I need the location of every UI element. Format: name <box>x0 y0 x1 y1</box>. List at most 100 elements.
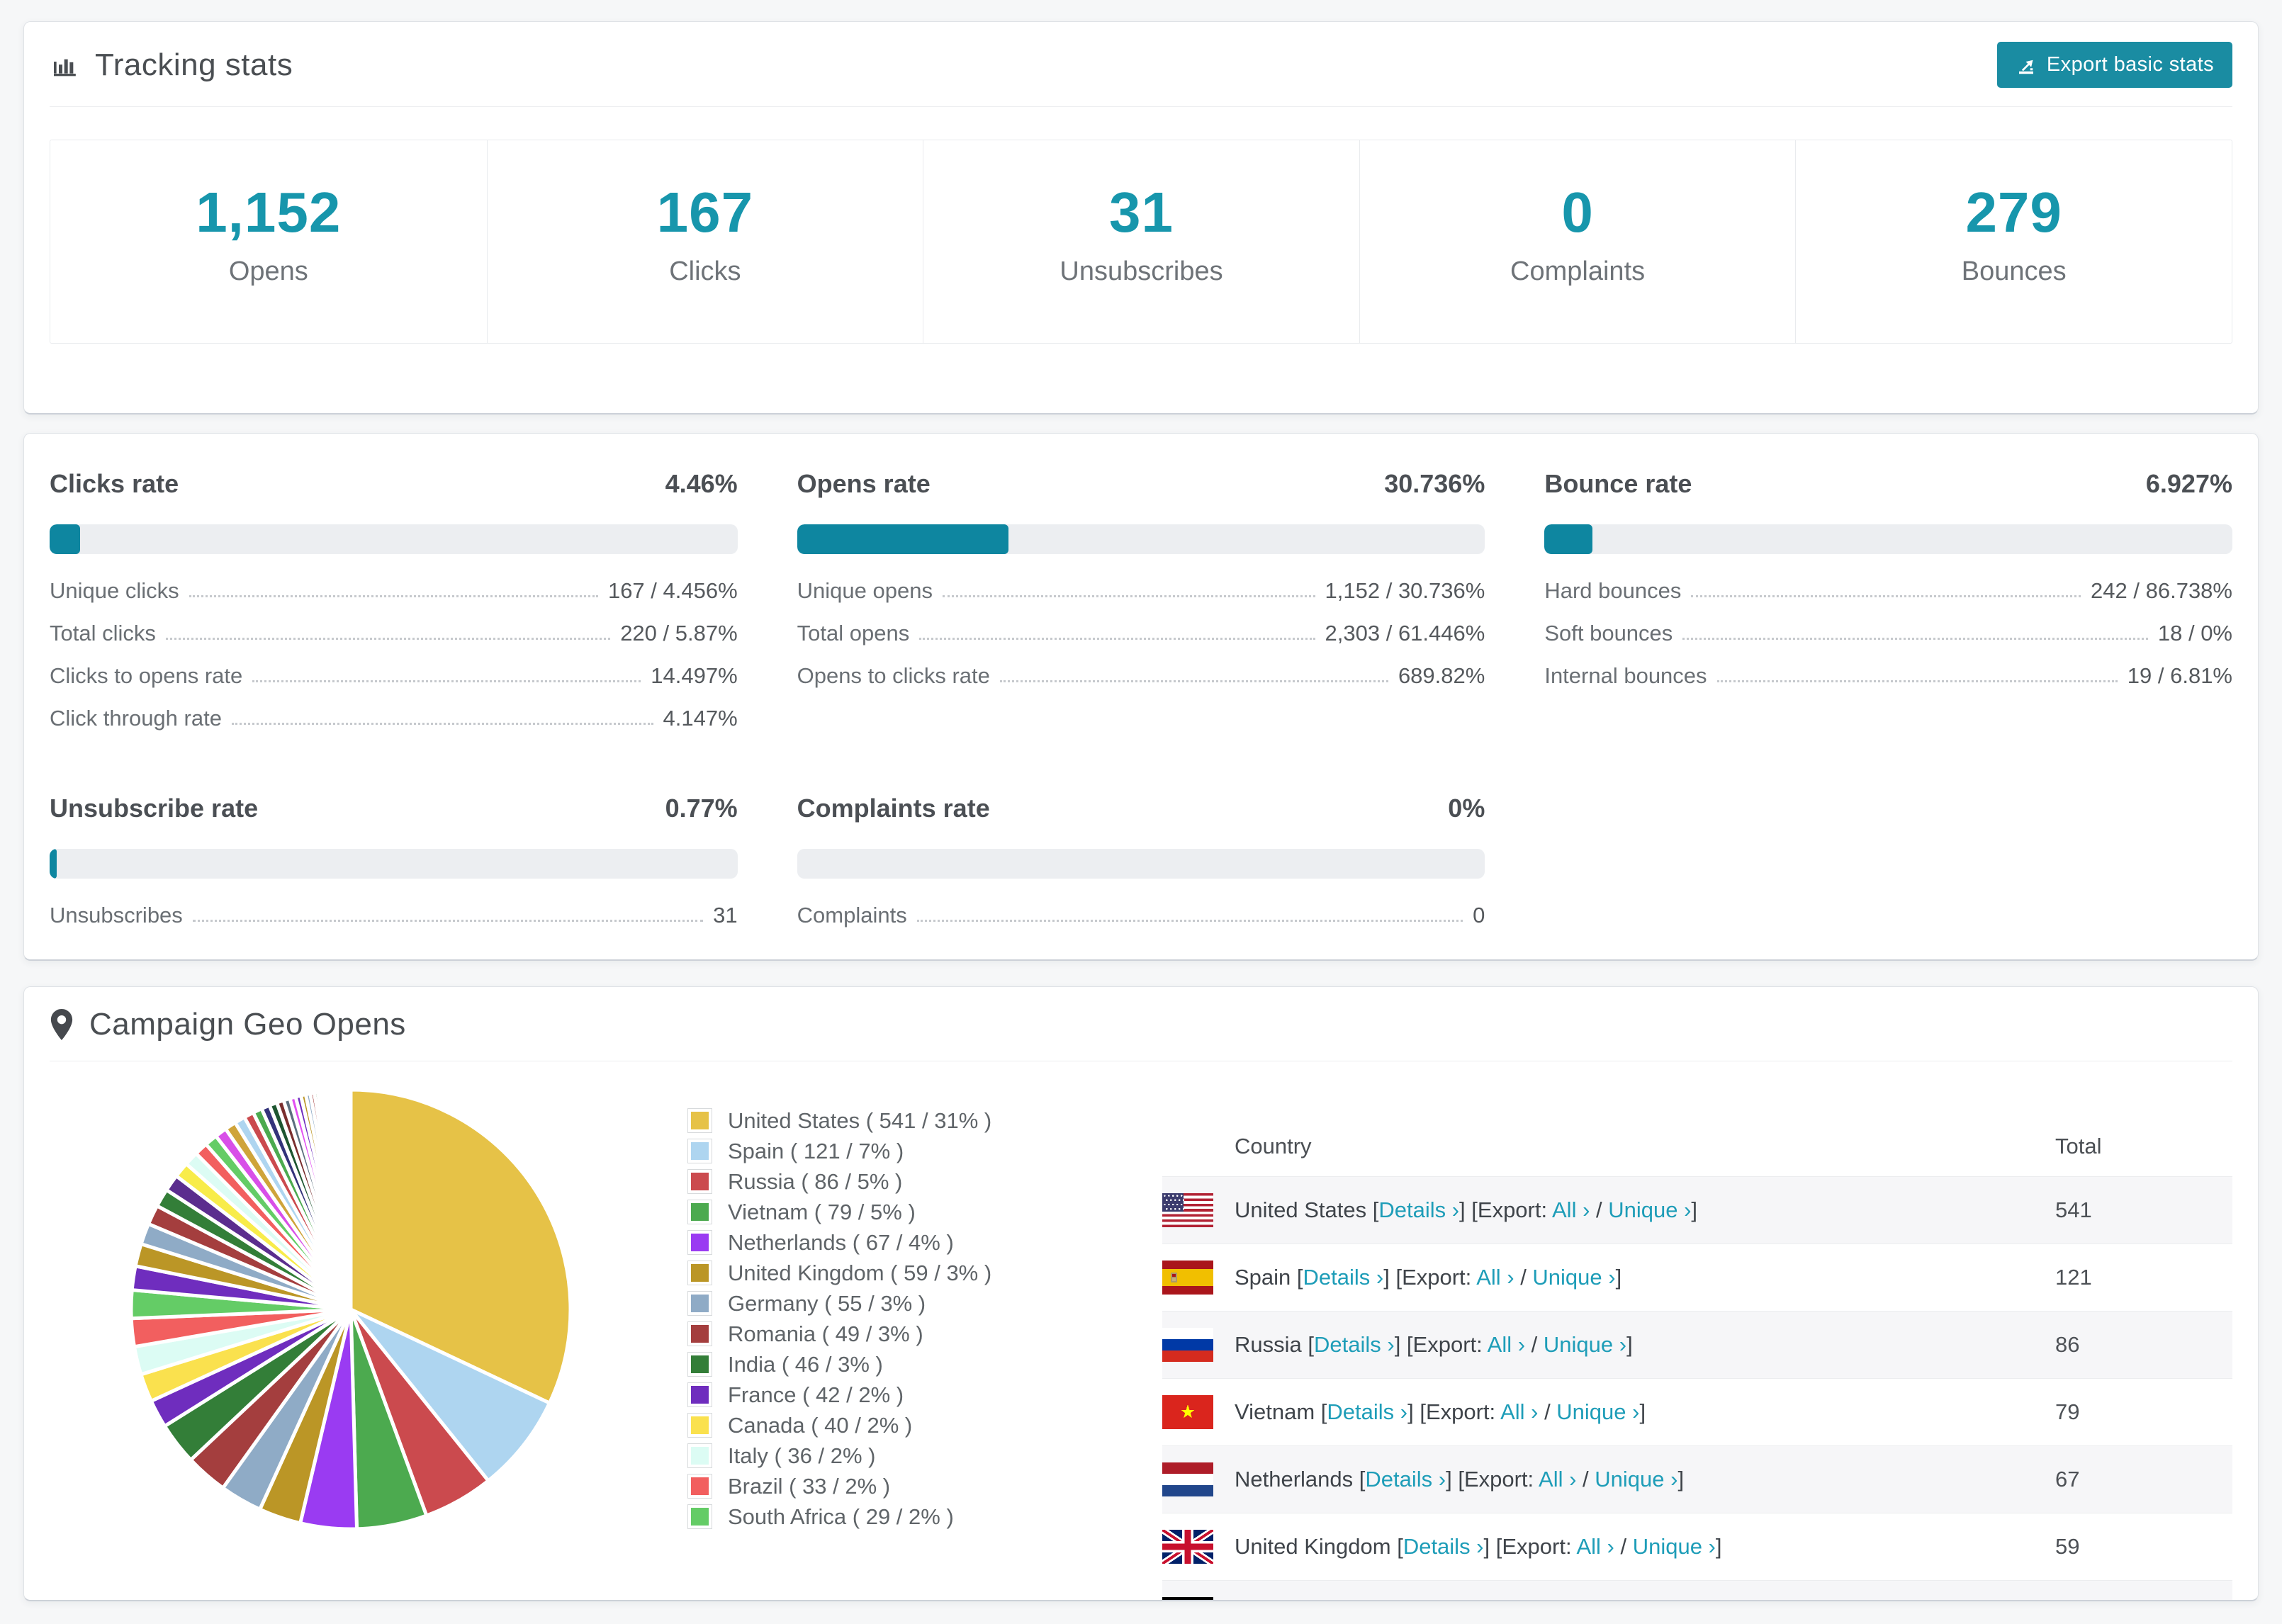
export-all-link[interactable]: All › <box>1476 1265 1514 1290</box>
rate-progress-bar <box>797 849 1485 879</box>
details-link[interactable]: Details › <box>1314 1332 1395 1357</box>
legend-swatch <box>687 1504 712 1529</box>
summary-stat-value: 167 <box>656 181 754 244</box>
rate-header: Clicks rate 4.46% <box>50 469 738 499</box>
rate-title: Clicks rate <box>50 469 179 498</box>
details-link[interactable]: Details › <box>1403 1534 1484 1559</box>
table-row: Vietnam [Details ›] [Export: All › / Uni… <box>1162 1378 2232 1445</box>
rate-detail-label: Opens to clicks rate <box>797 663 990 688</box>
flag-ru-icon <box>1162 1328 1213 1362</box>
campaign-geo-opens-card: Campaign Geo Opens United States ( 541 /… <box>23 986 2259 1601</box>
dotted-leader <box>1691 595 2081 597</box>
summary-stat-value: 0 <box>1561 181 1594 244</box>
rate-detail-label: Complaints <box>797 903 907 927</box>
country-cell: Vietnam [Details ›] [Export: All › / Uni… <box>1235 1399 1646 1424</box>
legend-item: United Kingdom ( 59 / 3% ) <box>687 1258 1098 1288</box>
rate-percentage: 6.927% <box>2145 469 2232 498</box>
summary-stat-value: 1,152 <box>196 181 342 244</box>
export-all-link[interactable]: All › <box>1576 1534 1614 1559</box>
rate-detail-label: Unsubscribes <box>50 903 183 927</box>
details-link[interactable]: Details › <box>1303 1265 1384 1290</box>
export-all-link[interactable]: All › <box>1500 1399 1538 1424</box>
geo-pie-chart[interactable] <box>124 1083 578 1536</box>
rate-header: Complaints rate 0% <box>797 794 1485 823</box>
country-cell: United Kingdom [Details ›] [Export: All … <box>1235 1534 1722 1559</box>
summary-stat-label: Bounces <box>1961 256 2067 286</box>
dotted-leader <box>942 595 1315 597</box>
rate-detail-row: Total clicks 220 / 5.87% <box>50 621 738 646</box>
export-prefix: Export: <box>1463 1467 1539 1492</box>
rate-title: Bounce rate <box>1544 469 1692 498</box>
legend-label: Romania ( 49 / 3% ) <box>728 1321 923 1346</box>
dotted-leader <box>999 680 1388 682</box>
country-cell: Netherlands [Details ›] [Export: All › /… <box>1235 1467 1685 1492</box>
summary-stat-label: Clicks <box>669 256 741 286</box>
country-name: Netherlands <box>1235 1467 1354 1492</box>
export-prefix: Export: <box>1412 1332 1488 1357</box>
rate-detail-rows: Unique opens 1,152 / 30.736% Total opens… <box>797 578 1485 689</box>
page-title: Tracking stats <box>95 47 293 82</box>
legend-item: Romania ( 49 / 3% ) <box>687 1319 1098 1349</box>
legend-item: Netherlands ( 67 / 4% ) <box>687 1227 1098 1258</box>
export-unique-link[interactable]: Unique › <box>1544 1332 1626 1357</box>
rate-detail-label: Hard bounces <box>1544 578 1682 603</box>
table-row: United Kingdom [Details ›] [Export: All … <box>1162 1513 2232 1580</box>
legend-item: Spain ( 121 / 7% ) <box>687 1136 1098 1166</box>
rate-detail-rows: Complaints 0 <box>797 903 1485 928</box>
export-icon <box>2016 55 2037 76</box>
rate-detail-label: Unique clicks <box>50 578 179 603</box>
country-name: United Kingdom <box>1235 1534 1391 1559</box>
summary-stat-clicks: 167 Clicks <box>486 140 923 343</box>
legend-item: Canada ( 40 / 2% ) <box>687 1410 1098 1440</box>
export-unique-link[interactable]: Unique › <box>1595 1467 1677 1492</box>
legend-item: India ( 46 / 3% ) <box>687 1349 1098 1380</box>
legend-swatch <box>687 1261 712 1285</box>
rate-detail-row: Complaints 0 <box>797 903 1485 928</box>
export-all-link[interactable]: All › <box>1539 1467 1576 1492</box>
export-unique-link[interactable]: Unique › <box>1532 1265 1615 1290</box>
country-cell: Spain [Details ›] [Export: All › / Uniqu… <box>1235 1265 1622 1290</box>
legend-label: Vietnam ( 79 / 5% ) <box>728 1199 916 1224</box>
geo-table-rows: United States [Details ›] [Export: All ›… <box>1162 1176 2232 1600</box>
details-link[interactable]: Details › <box>1327 1399 1407 1424</box>
rate-block: Clicks rate 4.46% Unique clicks 167 / 4.… <box>50 469 738 748</box>
geo-pie-legend: United States ( 541 / 31% ) Spain ( 121 … <box>659 1061 1098 1600</box>
bar-chart-icon <box>50 51 79 79</box>
export-prefix: Export: <box>1402 1265 1477 1290</box>
country-name: Spain <box>1235 1265 1291 1290</box>
export-prefix: Export: <box>1502 1534 1577 1559</box>
export-unique-link[interactable]: Unique › <box>1633 1534 1716 1559</box>
rate-detail-label: Clicks to opens rate <box>50 663 243 688</box>
dotted-leader <box>192 920 704 922</box>
export-basic-stats-button[interactable]: Export basic stats <box>1996 42 2232 88</box>
legend-label: France ( 42 / 2% ) <box>728 1382 904 1407</box>
export-unique-link[interactable]: Unique › <box>1556 1399 1639 1424</box>
legend-swatch <box>687 1382 712 1407</box>
rate-detail-label: Total opens <box>797 621 910 645</box>
legend-swatch <box>687 1474 712 1499</box>
export-all-link[interactable]: All › <box>1552 1197 1590 1222</box>
rate-detail-label: Internal bounces <box>1544 663 1707 688</box>
rate-block: Bounce rate 6.927% Hard bounces 242 / 86… <box>1544 469 2232 748</box>
dotted-leader <box>165 638 611 640</box>
legend-label: Brazil ( 33 / 2% ) <box>728 1473 891 1499</box>
rate-detail-value: 19 / 6.81% <box>2127 663 2232 688</box>
flag-nl-icon <box>1162 1462 1213 1496</box>
summary-stat-complaints: 0 Complaints <box>1359 140 1796 343</box>
rate-detail-rows: Hard bounces 242 / 86.738% Soft bounces … <box>1544 578 2232 689</box>
legend-label: Canada ( 40 / 2% ) <box>728 1412 913 1438</box>
rate-progress-fill <box>797 524 1008 554</box>
legend-label: United States ( 541 / 31% ) <box>728 1107 992 1133</box>
legend-swatch <box>687 1443 712 1468</box>
export-unique-link[interactable]: Unique › <box>1608 1197 1691 1222</box>
table-row: Russia [Details ›] [Export: All › / Uniq… <box>1162 1311 2232 1378</box>
rate-detail-value: 4.147% <box>663 706 738 731</box>
geo-table-header: Country Total <box>1162 1117 2232 1176</box>
rate-title: Complaints rate <box>797 794 990 823</box>
summary-stat-label: Complaints <box>1510 256 1646 286</box>
legend-label: Russia ( 86 / 5% ) <box>728 1168 903 1194</box>
details-link[interactable]: Details › <box>1378 1197 1459 1222</box>
details-link[interactable]: Details › <box>1365 1467 1446 1492</box>
export-all-link[interactable]: All › <box>1488 1332 1525 1357</box>
legend-item: South Africa ( 29 / 2% ) <box>687 1501 1098 1532</box>
